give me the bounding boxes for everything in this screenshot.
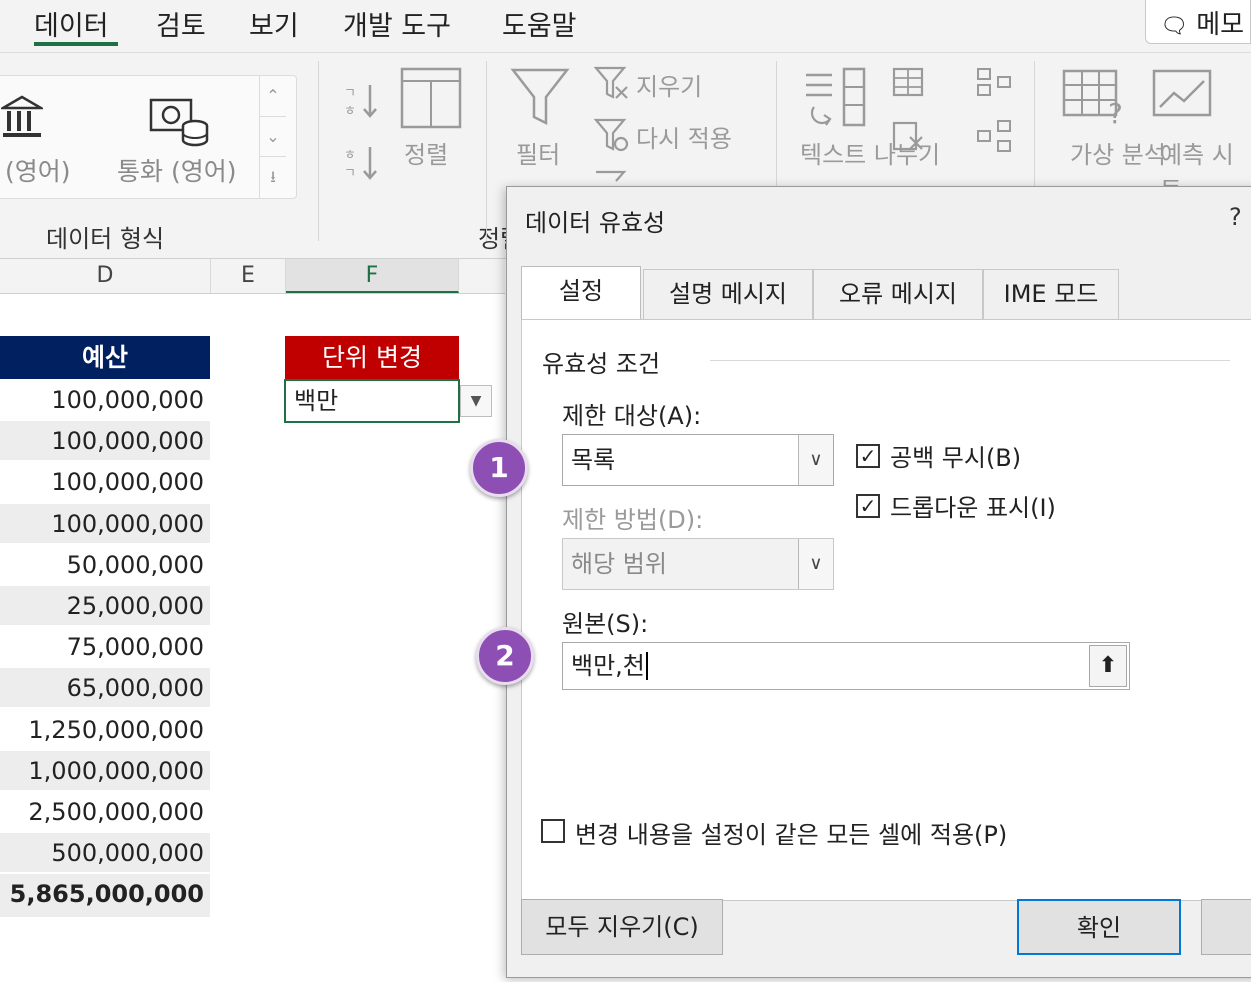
cell-dropdown-arrow-icon[interactable]: ▼ — [460, 385, 492, 417]
step-badge-2: 2 — [476, 627, 534, 685]
budget-cell[interactable]: 100,000,000 — [0, 380, 210, 420]
svg-text:ㅎ: ㅎ — [344, 104, 356, 119]
source-input-value: 백만,천 — [571, 652, 645, 680]
budget-cell[interactable]: 100,000,000 — [0, 462, 210, 503]
unit-change-header-cell[interactable]: 단위 변경 — [285, 336, 459, 379]
budget-cell[interactable]: 100,000,000 — [0, 503, 210, 544]
cancel-button-partial[interactable] — [1201, 899, 1251, 955]
menu-developer[interactable]: 개발 도구 — [343, 4, 451, 43]
currency-icon — [149, 98, 209, 147]
budget-cell[interactable]: 65,000,000 — [0, 668, 210, 709]
sort-descending-icon[interactable]: ㅎ ㄱ — [342, 143, 382, 183]
menu-view[interactable]: 보기 — [249, 4, 299, 43]
allow-label: 제한 대상(A): — [562, 402, 702, 430]
apply-all-checkbox[interactable] — [541, 819, 565, 843]
budget-cell[interactable]: 25,000,000 — [0, 586, 210, 626]
clear-label[interactable]: 지우기 — [636, 67, 702, 102]
budget-cell[interactable]: 100,000,000 — [0, 421, 210, 462]
menu-bar: 데이터 검토 보기 개발 도구 도움말 🗨 메모 — [0, 0, 1251, 53]
range-select-icon[interactable]: ⬆ — [1089, 645, 1127, 687]
consolidate-icon[interactable] — [976, 65, 1012, 99]
budget-cell[interactable]: 1,000,000,000 — [0, 750, 210, 791]
relationships-icon[interactable] — [976, 119, 1012, 153]
step-badge-1: 1 — [470, 439, 528, 497]
column-header-f[interactable]: F — [286, 259, 459, 293]
column-headers: D E F — [0, 259, 505, 294]
ok-button[interactable]: 확인 — [1017, 899, 1181, 955]
active-menu-indicator — [34, 42, 118, 46]
what-if-label[interactable]: 가상 분석 — [1070, 135, 1166, 170]
svg-text:?: ? — [1108, 97, 1123, 130]
unit-change-cell[interactable]: 백만 — [284, 379, 460, 423]
gallery-item-english[interactable]: (영어) — [5, 152, 71, 188]
clear-filter-icon[interactable] — [594, 65, 630, 101]
dialog-title: 데이터 유효성 — [525, 209, 666, 237]
menu-help[interactable]: 도움말 — [502, 4, 577, 43]
column-header-d[interactable]: D — [0, 259, 211, 293]
sort-ascending-icon[interactable]: ㄱ ㅎ — [342, 81, 382, 121]
ignore-blank-label: 공백 무시(B) — [890, 444, 1022, 472]
memo-button[interactable]: 🗨 메모 — [1145, 0, 1251, 44]
filter-icon[interactable] — [510, 67, 570, 129]
dropdown-label: 드롭다운 표시(I) — [890, 494, 1056, 522]
column-header-e[interactable]: E — [211, 259, 286, 293]
chevron-down-icon[interactable]: ∨ — [798, 435, 833, 485]
section-divider — [710, 360, 1230, 361]
settings-panel: 유효성 조건 제한 대상(A): 목록 ∨ ✓ 공백 무시(B) ✓ 드롭다운 … — [521, 319, 1251, 901]
svg-text:ㄱ: ㄱ — [344, 86, 356, 101]
method-select-value: 해당 범위 — [571, 550, 667, 578]
allow-select-value: 목록 — [571, 446, 616, 474]
group-separator — [318, 61, 319, 241]
tab-ime-mode[interactable]: IME 모드 — [983, 269, 1119, 319]
sort-label[interactable]: 정렬 — [404, 135, 448, 170]
source-input[interactable]: 백만,천​ ⬆ — [562, 642, 1130, 690]
method-label: 제한 방법(D): — [562, 506, 704, 534]
menu-data[interactable]: 데이터 — [34, 4, 109, 43]
gallery-down-icon[interactable]: ⌄ — [259, 116, 286, 157]
sort-icon[interactable] — [400, 67, 462, 129]
bank-icon — [1, 95, 43, 137]
comment-icon: 🗨 — [1160, 14, 1188, 39]
flash-fill-icon[interactable] — [892, 65, 926, 99]
tab-settings[interactable]: 설정 — [521, 266, 641, 319]
svg-text:ㅎ: ㅎ — [344, 148, 356, 163]
budget-cell[interactable]: 1,250,000,000 — [0, 709, 210, 750]
budget-cell[interactable]: 75,000,000 — [0, 627, 210, 668]
data-validation-dialog: 데이터 유효성 ? 설정 설명 메시지 오류 메시지 IME 모드 유효성 조건… — [506, 186, 1251, 978]
allow-select[interactable]: 목록 ∨ — [562, 434, 834, 486]
apply-all-label: 변경 내용을 설정이 같은 모든 셀에 적용(P) — [575, 821, 1008, 849]
budget-cell[interactable]: 50,000,000 — [0, 544, 210, 585]
budget-header-cell[interactable]: 예산 — [0, 336, 210, 379]
ignore-blank-checkbox[interactable]: ✓ — [856, 444, 880, 468]
what-if-analysis-icon[interactable]: ? — [1062, 67, 1128, 131]
reapply-icon[interactable] — [594, 117, 630, 153]
gallery-item-currency[interactable]: 통화 (영어) — [117, 152, 236, 188]
gallery-up-icon[interactable]: ⌃ — [259, 76, 286, 116]
chevron-down-icon: ∨ — [798, 539, 833, 589]
budget-cell[interactable]: 500,000,000 — [0, 833, 210, 874]
text-to-columns-icon[interactable] — [800, 67, 870, 131]
group-separator — [486, 61, 487, 241]
forecast-sheet-icon[interactable] — [1152, 67, 1214, 129]
clear-all-button[interactable]: 모두 지우기(C) — [521, 899, 723, 955]
remove-duplicates-icon[interactable] — [892, 119, 926, 153]
validation-criteria-title: 유효성 조건 — [542, 350, 661, 378]
dropdown-checkbox[interactable]: ✓ — [856, 494, 880, 518]
filter-label[interactable]: 필터 — [516, 135, 560, 170]
method-select: 해당 범위 ∨ — [562, 538, 834, 590]
budget-cell[interactable]: 2,500,000,000 — [0, 792, 210, 832]
data-type-gallery[interactable]: (영어) 통화 (영어) ⌃ ⌄ ⭳ — [0, 75, 297, 199]
memo-label: 메모 — [1196, 10, 1245, 40]
reapply-label[interactable]: 다시 적용 — [636, 119, 732, 154]
budget-total-cell[interactable]: 5,865,000,000 — [0, 874, 210, 919]
text-cursor: ​ — [645, 652, 648, 680]
menu-review[interactable]: 검토 — [156, 4, 206, 43]
gallery-more-icon[interactable]: ⭳ — [259, 156, 286, 198]
svg-text:ㄱ: ㄱ — [344, 166, 356, 181]
group-label-data-format: 데이터 형식 — [46, 225, 165, 253]
tab-error-alert[interactable]: 오류 메시지 — [813, 269, 983, 319]
tab-input-message[interactable]: 설명 메시지 — [643, 269, 813, 319]
source-label: 원본(S): — [562, 610, 649, 638]
help-button[interactable]: ? — [1229, 203, 1242, 231]
